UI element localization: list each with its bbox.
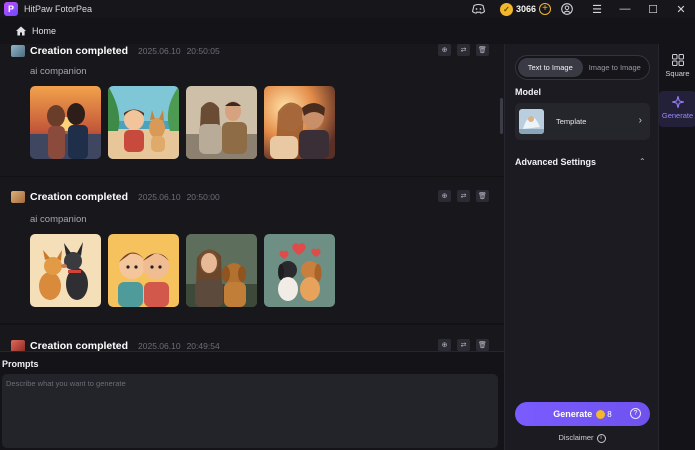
maximize-icon[interactable]: ☐ [639,0,667,18]
disclaimer-link[interactable]: Disclaimer i [505,433,659,443]
delete-icon[interactable]: 🗑 [476,190,489,202]
creation-card: Creation completed 2025.06.10 20:49:54 ⊕… [0,325,504,351]
prompts-label: Prompts [2,359,39,369]
creation-prompt: ai companion [30,66,87,77]
creation-prompt: ai companion [30,214,87,225]
feed-scrollbar[interactable] [500,98,503,134]
creation-thumbnail-icon [11,191,25,203]
generated-image-boy-and-dog-beach[interactable] [108,86,179,159]
creation-card: Creation completed 2025.06.10 20:50:00 ⊕… [0,177,504,323]
generated-image-cartoon-dogs-kissing[interactable] [30,234,101,307]
creation-date: 2025.06.10 [138,341,181,351]
prompt-input[interactable] [2,374,498,448]
generated-image-couple-on-couch[interactable] [186,86,257,159]
generate-cost: 8 [607,409,612,419]
creation-feed[interactable]: Creation completed 2025.06.10 20:50:05 ⊕… [0,44,504,351]
prompts-section: Prompts [0,351,504,450]
zoom-icon[interactable]: ⊕ [438,190,451,202]
generated-image-couple-kiss-sunset[interactable] [264,86,335,159]
settings-panel: Text to Image Image to Image Model Templ… [504,44,658,450]
model-selector[interactable]: Template › [515,103,650,140]
model-label: Model [515,87,541,97]
creation-date: 2025.06.10 [138,46,181,56]
app-title: HitPaw FotorPea [24,4,93,14]
tab-text-to-image[interactable]: Text to Image [518,58,583,77]
regenerate-icon[interactable]: ⇄ [457,339,470,351]
info-icon: i [596,433,606,443]
discord-icon[interactable] [472,2,486,16]
chevron-up-icon[interactable]: ⌃ [639,157,646,166]
generated-image-cartoon-dogs-hearts[interactable] [264,234,335,307]
creation-card: Creation completed 2025.06.10 20:50:05 ⊕… [0,44,504,176]
help-icon[interactable]: ? [630,408,641,419]
generated-image-couple-sunset[interactable] [30,86,101,159]
creation-thumbnail-icon [11,45,25,57]
user-icon[interactable] [560,2,574,16]
regenerate-icon[interactable]: ⇄ [457,44,470,56]
creation-title: Creation completed [30,340,129,351]
prompt-box [2,374,498,448]
coin-icon: ✓ [499,2,513,16]
tab-image-to-image[interactable]: Image to Image [583,58,648,77]
creation-date: 2025.06.10 [138,192,181,202]
generated-image-woman-with-dog[interactable] [186,234,257,307]
generated-image-cartoon-boys-hug[interactable] [108,234,179,307]
creation-time: 20:50:05 [186,46,220,56]
home-icon[interactable] [15,25,27,37]
regenerate-icon[interactable]: ⇄ [457,190,470,202]
zoom-icon[interactable]: ⊕ [438,44,451,56]
app-logo-icon: P [4,2,18,16]
advanced-settings-label[interactable]: Advanced Settings [515,157,596,167]
creation-time: 20:49:54 [186,341,220,351]
coin-count: 3066 [515,4,536,14]
rail-item-label: Generate [661,111,694,120]
side-rail: Square Generate [658,44,695,450]
rail-item-generate[interactable]: Generate [659,91,695,127]
disclaimer-label: Disclaimer [558,433,594,442]
creation-time: 20:50:00 [186,192,220,202]
zoom-icon[interactable]: ⊕ [438,339,451,351]
minimize-icon[interactable]: — [611,0,639,18]
delete-icon[interactable]: 🗑 [476,44,489,56]
breadcrumb: Home [0,18,695,44]
delete-icon[interactable]: 🗑 [476,339,489,351]
rail-item-label: Square [665,69,690,78]
chevron-right-icon: › [638,115,642,126]
add-coins-icon[interactable]: + [539,3,551,15]
square-grid-icon [671,54,684,66]
generate-button[interactable]: Generate 8 ? [515,402,650,426]
creation-thumbnail-icon [11,340,25,351]
creation-title: Creation completed [30,45,129,57]
mode-toggle: Text to Image Image to Image [515,55,650,80]
sparkle-icon [671,96,684,108]
rail-item-square[interactable]: Square [659,52,695,82]
coin-balance[interactable]: ✓ 3066 + [499,2,551,16]
model-thumbnail [519,109,544,134]
generate-label: Generate [553,409,593,419]
creation-title: Creation completed [30,191,129,203]
model-name: Template [556,117,587,126]
title-bar: P HitPaw FotorPea ✓ 3066 + ☰ — ☐ ✕ [0,0,695,18]
close-icon[interactable]: ✕ [667,0,695,18]
breadcrumb-home[interactable]: Home [32,26,56,36]
coin-icon [596,409,606,419]
menu-icon[interactable]: ☰ [583,0,611,18]
